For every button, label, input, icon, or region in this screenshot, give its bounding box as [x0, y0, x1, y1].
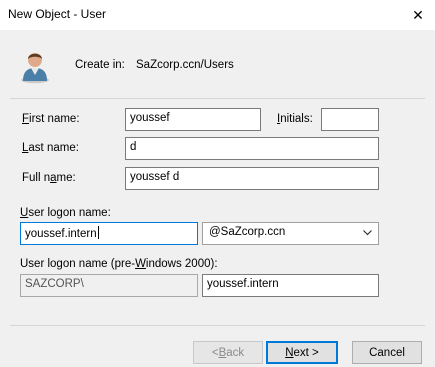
full-name-label: Full name: — [22, 172, 76, 184]
logon-name-value: youssef.intern — [25, 228, 97, 240]
back-button[interactable]: < Back — [193, 341, 263, 364]
chevron-down-icon — [363, 230, 372, 236]
user-icon — [21, 53, 49, 84]
logon-name-input[interactable]: youssef.intern — [20, 222, 198, 245]
last-name-label: Last name: — [22, 142, 79, 154]
first-name-input[interactable]: youssef — [125, 108, 261, 131]
title-bar: New Object - User ✕ — [0, 0, 435, 30]
logon-name-label: User logon name: — [20, 207, 111, 219]
close-icon: ✕ — [412, 6, 424, 23]
cancel-button[interactable]: Cancel — [352, 341, 422, 364]
close-button[interactable]: ✕ — [401, 0, 435, 30]
footer-divider — [10, 325, 425, 326]
create-in-label: Create in: — [75, 59, 125, 71]
pre2000-logon-input[interactable]: youssef.intern — [202, 274, 379, 297]
first-name-label: First name: — [22, 113, 80, 125]
text-caret — [97, 226, 99, 239]
window-title: New Object - User — [8, 7, 107, 21]
next-button[interactable]: Next > — [266, 341, 338, 364]
upn-suffix-dropdown[interactable]: @SaZcorp.ccn — [202, 222, 379, 245]
initials-input[interactable] — [321, 108, 379, 131]
create-in-path: SaZcorp.ccn/Users — [136, 59, 234, 71]
full-name-input[interactable]: youssef d — [125, 167, 379, 190]
header-divider — [10, 98, 425, 99]
pre2000-domain-field: SAZCORP\ — [20, 274, 198, 297]
initials-label: Initials: — [277, 113, 313, 125]
last-name-input[interactable]: d — [125, 137, 379, 160]
pre2000-label: User logon name (pre-Windows 2000): — [20, 258, 218, 270]
upn-suffix-value: @SaZcorp.ccn — [209, 226, 286, 238]
